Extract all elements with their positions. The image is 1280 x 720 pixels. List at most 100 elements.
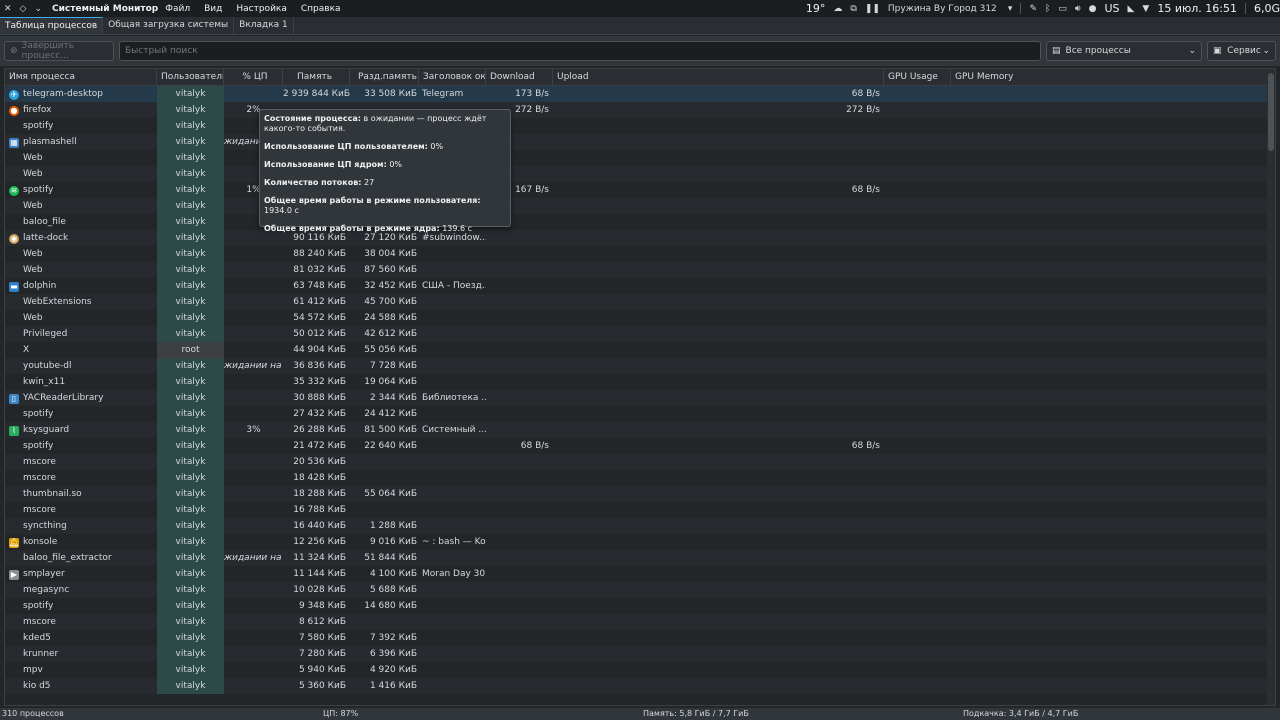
table-row[interactable]: mpv vitalyk 5 940 КиБ 4 920 КиБ <box>5 662 1267 678</box>
cell-shared: 55 056 КиБ <box>364 345 417 355</box>
table-row[interactable]: kio d5 vitalyk 5 360 КиБ 1 416 КиБ <box>5 678 1267 694</box>
table-row[interactable]: kwin_x11 vitalyk 35 332 КиБ 19 064 КиБ <box>5 374 1267 390</box>
col-memory[interactable]: Память <box>283 69 350 86</box>
network-icon[interactable]: ◣ <box>1123 0 1138 17</box>
table-row[interactable]: baloo_file vitalyk <box>5 214 1267 230</box>
tools-button[interactable]: ▣ Сервис ⌄ <box>1207 41 1276 61</box>
close-icon[interactable]: ✕ <box>0 0 16 17</box>
table-row[interactable]: Web vitalyk 54 572 КиБ 24 588 КиБ <box>5 310 1267 326</box>
col-upload[interactable]: Upload <box>553 69 884 86</box>
menu-settings[interactable]: Настройка <box>229 4 294 14</box>
cell-title <box>419 582 486 598</box>
tab-system-load[interactable]: Общая загрузка системы <box>103 17 235 34</box>
table-row[interactable]: megasync vitalyk 10 028 КиБ 5 688 КиБ <box>5 582 1267 598</box>
filter-select[interactable]: ▤ Все процессы ⌄ <box>1046 41 1202 61</box>
cell-title: Moran Day 30... <box>422 569 486 579</box>
table-row[interactable]: Web vitalyk 81 032 КиБ 87 560 КиБ <box>5 262 1267 278</box>
mic-icon[interactable]: ● <box>1085 0 1101 17</box>
table-row[interactable]: youtube-dl vitalykжидании на ди 36 836 КиБ… <box>5 358 1267 374</box>
table-row[interactable]: mscore vitalyk 16 788 КиБ <box>5 502 1267 518</box>
media-title[interactable]: Пружина By Город 312 <box>884 0 1004 17</box>
col-window-title[interactable]: Заголовок окна <box>419 69 486 86</box>
cell-name: ▯ YACReaderLibrary <box>9 390 157 406</box>
col-shared-memory[interactable]: Разд.память <box>350 69 419 86</box>
col-gpu-usage[interactable]: GPU Usage <box>884 69 951 86</box>
chevron-down-icon[interactable]: ⌄ <box>30 0 46 17</box>
table-row[interactable]: Web vitalyk <box>5 150 1267 166</box>
cell-shared: 1 288 КиБ <box>369 521 417 531</box>
table-row[interactable]: spotify vitalyk 9 348 КиБ 14 680 КиБ <box>5 598 1267 614</box>
table-row[interactable]: WebExtensions vitalyk 61 412 КиБ 45 700 КиБ <box>5 294 1267 310</box>
table-row[interactable]: kded5 vitalyk 7 580 КиБ 7 392 КиБ <box>5 630 1267 646</box>
table-row[interactable]: ◉ latte-dock vitalyk 90 116 КиБ 27 120 КиБ #s… <box>5 230 1267 246</box>
cell-user: vitalyk <box>157 662 224 678</box>
table-row[interactable]: spotify vitalyk <box>5 118 1267 134</box>
tray-extra[interactable]: 6,0G <box>1250 0 1280 17</box>
weather-icon[interactable]: ☁ <box>829 0 846 17</box>
clipboard-icon[interactable]: ⧉ <box>846 0 860 17</box>
tooltip-threads-value: 27 <box>364 178 375 187</box>
table-row[interactable]: ● firefox vitalyk 2% 272 B/s 272 B/s <box>5 102 1267 118</box>
table-row[interactable]: mscore vitalyk 8 612 КиБ <box>5 614 1267 630</box>
notifications-icon[interactable]: ▭ <box>1054 0 1071 17</box>
tooltip-kernel-cpu-value: 0% <box>389 160 403 169</box>
col-user[interactable]: Пользователь <box>157 69 224 86</box>
pen-icon[interactable]: ✎ <box>1025 0 1041 17</box>
tray-expand-icon[interactable]: ▼ <box>1138 0 1153 17</box>
cell-cpu <box>224 662 283 678</box>
tab-1[interactable]: Вкладка 1 <box>234 17 294 34</box>
table-row[interactable]: Web vitalyk <box>5 198 1267 214</box>
table-row[interactable]: thumbnail.so vitalyk 18 288 КиБ 55 064 КиБ <box>5 486 1267 502</box>
table-row[interactable]: Web vitalyk 88 240 КиБ 38 004 КиБ <box>5 246 1267 262</box>
weather-temp[interactable]: 19° <box>802 0 830 17</box>
scrollbar-thumb[interactable] <box>1268 73 1274 151</box>
cell-name: ▦ plasmashell <box>9 134 157 150</box>
table-row[interactable]: mscore vitalyk 20 536 КиБ <box>5 454 1267 470</box>
blank-icon <box>9 455 19 465</box>
cell-mem: 18 288 КиБ <box>293 489 346 499</box>
end-process-button[interactable]: ⊗ Завершить процесс... <box>4 41 114 61</box>
menu-help[interactable]: Справка <box>294 4 348 14</box>
table-row[interactable]: Web vitalyk <box>5 166 1267 182</box>
volume-icon[interactable]: 🔊︎ <box>1071 0 1085 17</box>
table-row[interactable]: ≋ spotify vitalyk 1% 167 B/s 68 B/s <box>5 182 1267 198</box>
table-row[interactable]: ▯ YACReaderLibrary vitalyk 30 888 КиБ 2 344 … <box>5 390 1267 406</box>
cell-mem: 27 432 КиБ <box>293 409 346 419</box>
window-menu-icon[interactable]: ◇ <box>16 0 31 17</box>
chevron-down-icon: ⌄ <box>1188 46 1196 56</box>
keyboard-layout[interactable]: US <box>1100 0 1123 17</box>
table-row[interactable]: Privileged vitalyk 50 012 КиБ 42 612 КиБ <box>5 326 1267 342</box>
spotify-icon: ≋ <box>9 186 19 196</box>
media-pause-icon[interactable]: ❚❚ <box>861 0 884 17</box>
col-download[interactable]: Download <box>486 69 553 86</box>
table-row[interactable]: baloo_file_extractor vitalykжидании на ди… <box>5 550 1267 566</box>
tab-process-table[interactable]: Таблица процессов <box>0 17 104 34</box>
table-row[interactable]: ✈ telegram-desktop vitalyk 2 939 844 КиБ 33 … <box>5 86 1267 102</box>
media-dropdown-icon[interactable]: ▾ <box>1004 0 1017 17</box>
table-row[interactable]: 🔔︎ konsole vitalyk 12 256 КиБ 9 016 КиБ ~ : b… <box>5 534 1267 550</box>
cell-user: vitalyk <box>157 582 224 598</box>
vertical-scrollbar[interactable] <box>1267 69 1275 705</box>
col-name[interactable]: Имя процесса <box>5 69 157 86</box>
table-row[interactable]: krunner vitalyk 7 280 КиБ 6 396 КиБ <box>5 646 1267 662</box>
table-row[interactable]: ▶ smplayer vitalyk 11 144 КиБ 4 100 КиБ Moran… <box>5 566 1267 582</box>
table-row[interactable]: ▦ plasmashell vitalyk жидании <box>5 134 1267 150</box>
table-row[interactable]: ▬ dolphin vitalyk 63 748 КиБ 32 452 КиБ США -… <box>5 278 1267 294</box>
menu-view[interactable]: Вид <box>197 4 229 14</box>
search-input[interactable] <box>119 41 1041 61</box>
cell-user: vitalyk <box>157 326 224 342</box>
bluetooth-icon[interactable]: ᛒ <box>1041 0 1054 17</box>
menu-file[interactable]: Файл <box>158 4 197 14</box>
table-row[interactable]: spotify vitalyk 27 432 КиБ 24 412 КиБ <box>5 406 1267 422</box>
cell-title <box>419 326 486 342</box>
clock[interactable]: 15 июл. 16:51 <box>1153 0 1241 17</box>
table-row[interactable]: Xroot 44 904 КиБ 55 056 КиБ <box>5 342 1267 358</box>
table-row[interactable]: mscore vitalyk 18 428 КиБ <box>5 470 1267 486</box>
col-cpu[interactable]: % ЦП <box>224 69 283 86</box>
table-row[interactable]: spotify vitalyk 21 472 КиБ 22 640 КиБ 68 B/s… <box>5 438 1267 454</box>
col-gpu-memory[interactable]: GPU Memory <box>951 69 1267 86</box>
table-row[interactable]: ⌇ ksysguard vitalyk 3% 26 288 КиБ 81 500 КиБ С… <box>5 422 1267 438</box>
table-row[interactable]: syncthing vitalyk 16 440 КиБ 1 288 КиБ <box>5 518 1267 534</box>
cell-cpu <box>224 566 283 582</box>
cell-up <box>553 598 884 614</box>
